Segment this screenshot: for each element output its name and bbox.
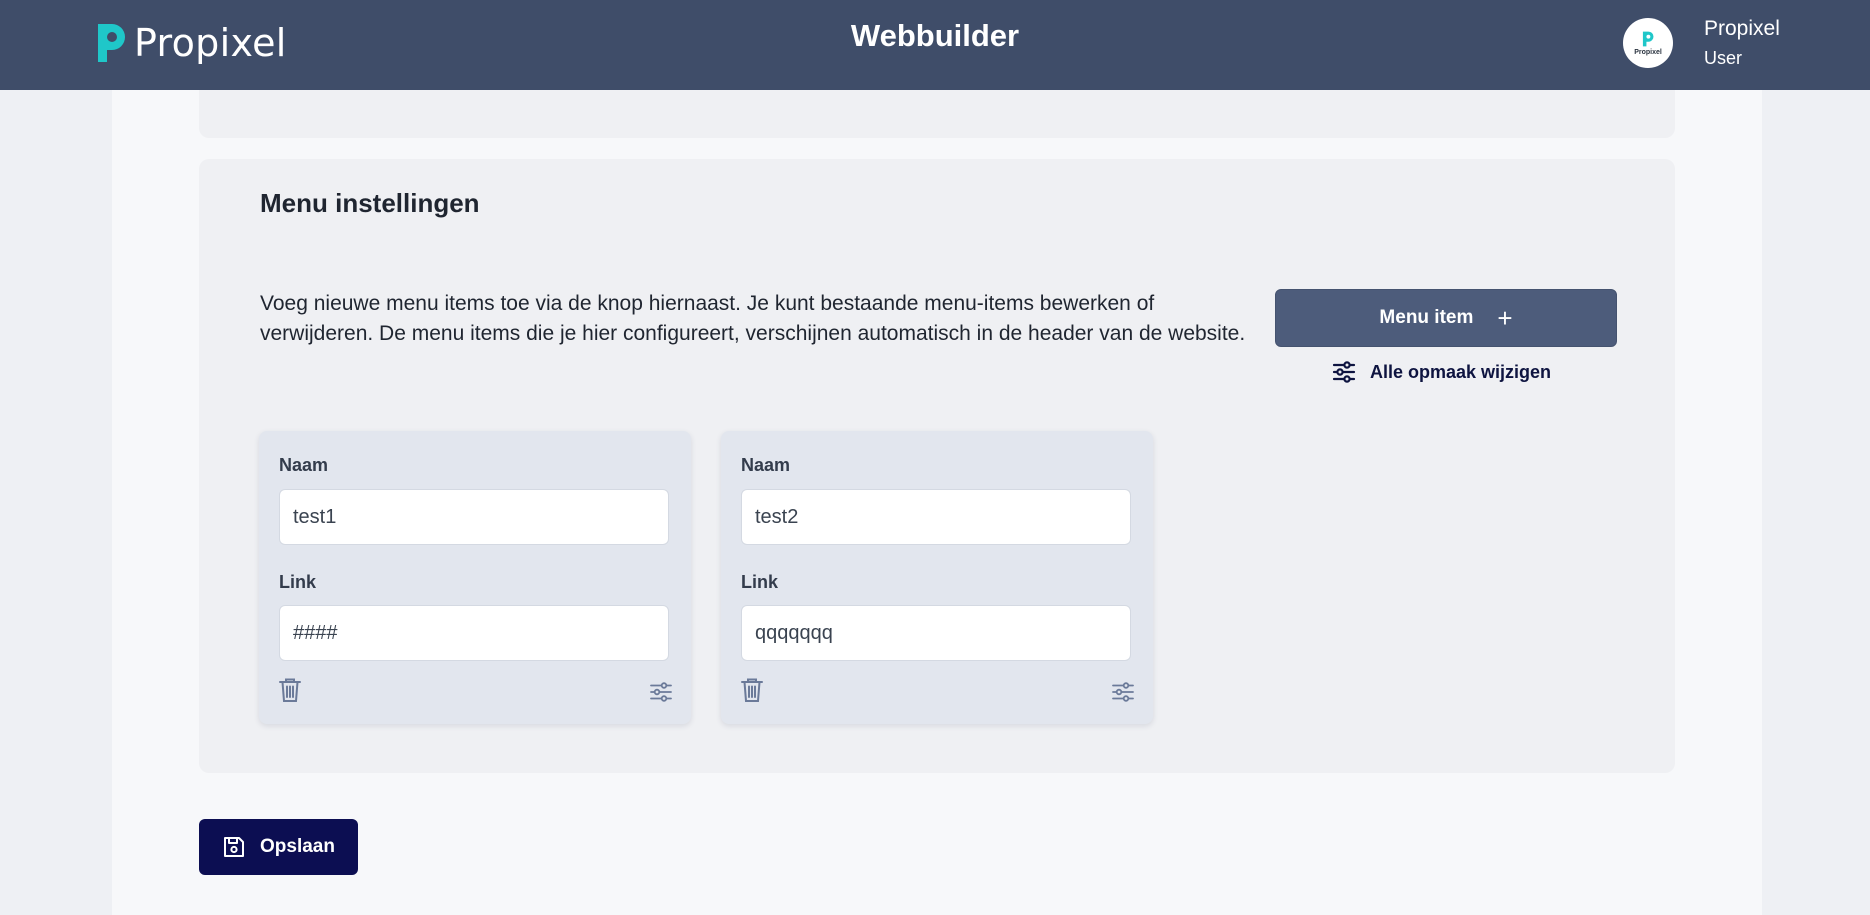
name-input[interactable]: test1 [279,489,669,545]
menu-item-card: Naam test1 Link #### [259,431,691,724]
previous-section-panel [199,90,1675,138]
user-avatar[interactable]: Propixel [1623,18,1673,68]
section-title: Menu instellingen [260,188,480,218]
link-input[interactable]: #### [279,605,669,661]
user-role: User [1704,48,1743,68]
item-style-settings-icon[interactable] [1112,682,1134,702]
save-button-label: Opslaan [260,836,335,857]
link-input[interactable]: qqqqqqq [741,605,1131,661]
avatar-brand-text: Propixel [1634,49,1662,56]
plus-icon: + [1497,303,1513,333]
link-label: Link [741,572,779,592]
section-description: Voeg nieuwe menu items toe via de knop h… [260,292,1246,345]
app-title: Webbuilder [850,18,1020,53]
trash-icon[interactable] [278,677,302,703]
add-menu-item-label: Menu item [1379,307,1474,328]
save-button[interactable]: Opslaan [199,819,358,875]
menu-item-card: Naam test2 Link qqqqqqq [721,431,1153,724]
edit-all-styles-label: Alle opmaak wijzigen [1370,361,1552,382]
item-style-settings-icon[interactable] [650,682,672,702]
name-label: Naam [741,455,791,475]
trash-icon[interactable] [740,677,764,703]
floppy-disk-icon [224,837,244,857]
sliders-icon [1332,361,1356,383]
name-label: Naam [279,455,329,475]
link-label: Link [279,572,317,592]
avatar-logo-icon [1642,31,1654,47]
user-name[interactable]: Propixel [1704,17,1780,41]
top-navigation-bar: Propixel Webbuilder Propixel Propixel Us… [0,0,1870,90]
name-input[interactable]: test2 [741,489,1131,545]
edit-all-styles-link[interactable]: Alle opmaak wijzigen [1332,361,1551,383]
add-menu-item-button[interactable]: Menu item + [1275,289,1617,347]
